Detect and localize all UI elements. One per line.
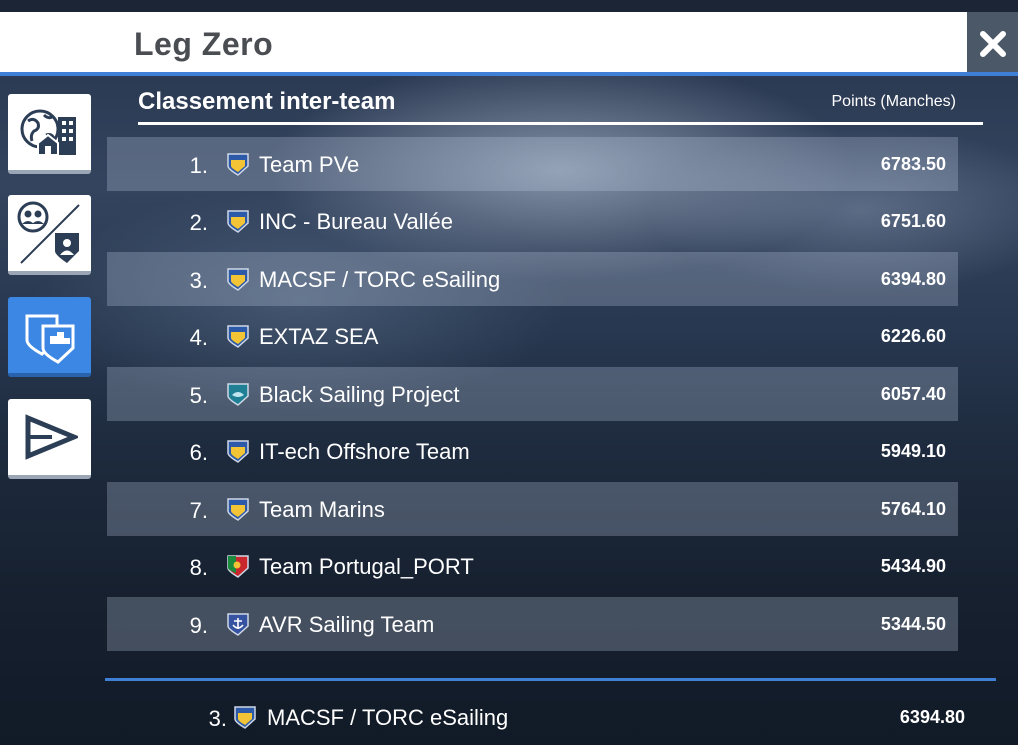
team-shield-icon xyxy=(227,498,249,521)
row-score: 5764.10 xyxy=(880,499,946,519)
portugal-shield-icon xyxy=(227,555,249,578)
row-team-name: INC - Bureau Vallée xyxy=(259,209,454,234)
row-team-name: EXTAZ SEA xyxy=(259,324,379,349)
flag-icon xyxy=(25,414,78,460)
row-rank: 7. xyxy=(189,498,208,523)
anchor-shield-icon xyxy=(227,613,249,636)
header-bar: Leg Zero xyxy=(0,12,967,72)
sidebar-item-players[interactable] xyxy=(8,195,91,275)
row-rank: 9. xyxy=(189,613,208,638)
table-row[interactable]: 8. Team Portugal_PORT 5434.90 xyxy=(107,539,958,593)
table-row[interactable]: 5. Black Sailing Project 6057.40 xyxy=(107,367,958,421)
row-rank: 3. xyxy=(189,268,208,293)
row-rank: 2. xyxy=(189,210,208,235)
row-team-name: Team Marins xyxy=(259,497,385,522)
sidebar-item-world[interactable] xyxy=(8,94,91,174)
team-shield-icon xyxy=(227,210,249,233)
table-row[interactable]: 3. MACSF / TORC eSailing 6394.80 xyxy=(107,252,958,306)
row-team-name: Team Portugal_PORT xyxy=(259,554,474,579)
players-team-icon xyxy=(17,201,80,264)
team-podium-icon xyxy=(25,314,74,364)
team-shield-icon xyxy=(227,153,249,176)
points-column-label: Points (Manches) xyxy=(831,93,957,110)
row-score: 6057.40 xyxy=(880,384,946,404)
team-shield-icon xyxy=(227,440,249,463)
section-divider xyxy=(138,122,983,125)
my-team-rank: 3. xyxy=(208,706,227,731)
sidebar-item-team-ranking[interactable] xyxy=(8,297,91,377)
team-shield-icon xyxy=(227,383,249,406)
my-team-row[interactable]: 3. MACSF / TORC eSailing 6394.80 xyxy=(107,690,977,740)
close-icon xyxy=(979,31,1006,57)
table-row[interactable]: 9. AVR Sailing Team 5344.50 xyxy=(107,597,958,651)
row-team-name: Black Sailing Project xyxy=(259,382,460,407)
sidebar-item-race[interactable] xyxy=(8,399,91,479)
table-row[interactable]: 7. Team Marins 5764.10 xyxy=(107,482,958,536)
row-score: 6751.60 xyxy=(880,211,946,231)
page-title: Leg Zero xyxy=(134,26,274,62)
team-shield-icon xyxy=(234,706,256,729)
footer-divider xyxy=(105,678,996,681)
row-score: 6394.80 xyxy=(880,269,946,289)
row-team-name: AVR Sailing Team xyxy=(259,612,435,637)
row-score: 6226.60 xyxy=(880,326,946,346)
row-rank: 6. xyxy=(189,440,208,465)
row-score: 5434.90 xyxy=(880,556,946,576)
row-rank: 4. xyxy=(189,325,208,350)
table-row[interactable]: 1. Team PVe 6783.50 xyxy=(107,137,958,191)
row-score: 5344.50 xyxy=(880,614,946,634)
row-score: 6783.50 xyxy=(880,154,946,174)
top-strip xyxy=(0,0,1018,12)
table-row[interactable]: 2. INC - Bureau Vallée 6751.60 xyxy=(107,194,958,248)
row-team-name: MACSF / TORC eSailing xyxy=(259,267,501,292)
world-city-icon xyxy=(20,109,76,156)
my-team-score: 6394.80 xyxy=(899,707,965,727)
row-team-name: IT-ech Offshore Team xyxy=(259,439,470,464)
row-rank: 5. xyxy=(189,383,208,408)
close-button[interactable] xyxy=(967,12,1018,76)
row-score: 5949.10 xyxy=(880,441,946,461)
row-rank: 8. xyxy=(189,555,208,580)
table-row[interactable]: 4. EXTAZ SEA 6226.60 xyxy=(107,309,958,363)
header-divider xyxy=(0,72,1018,76)
team-shield-icon xyxy=(227,325,249,348)
section-title: Classement inter-team xyxy=(138,88,396,115)
row-team-name: Team PVe xyxy=(259,152,360,177)
team-shield-icon xyxy=(227,268,249,291)
table-row[interactable]: 6. IT-ech Offshore Team 5949.10 xyxy=(107,424,958,478)
row-rank: 1. xyxy=(189,153,208,178)
my-team-name: MACSF / TORC eSailing xyxy=(267,705,509,730)
